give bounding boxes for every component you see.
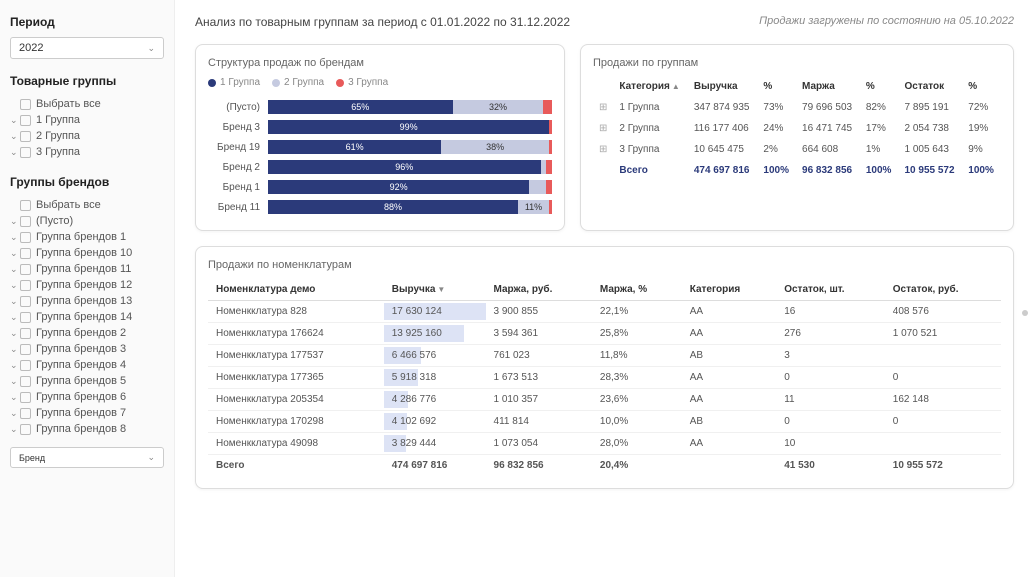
col-header[interactable]: Выручка [688, 77, 758, 97]
col-header[interactable]: % [757, 77, 796, 97]
col-header[interactable]: Номенклатура демо [208, 279, 384, 301]
brand-item[interactable]: ⌄Группа брендов 12 [10, 277, 164, 293]
col-header[interactable]: % [860, 77, 899, 97]
sidebar: Период 2022 ⌄ Товарные группы Выбрать вс… [0, 0, 175, 577]
main-content: Анализ по товарным группам за период с 0… [175, 0, 1034, 577]
table-row[interactable]: Номенкклатура 1775376 466 576761 02311,8… [208, 345, 1001, 367]
scroll-indicator[interactable] [1022, 310, 1028, 316]
brand-item[interactable]: ⌄(Пусто) [10, 213, 164, 229]
nomenclature-card: Продажи по номенклатурам Номенклатура де… [195, 246, 1014, 489]
table-row[interactable]: Номенкклатура 1773655 918 3181 673 51328… [208, 367, 1001, 389]
col-header[interactable]: Остаток, руб. [885, 279, 1001, 301]
chevron-down-icon: ⌄ [147, 43, 155, 54]
select-all-groups[interactable]: Выбрать все [10, 96, 164, 112]
col-header[interactable]: Категория▲ [613, 77, 687, 97]
total-row: Всего474 697 816100%96 832 856100%10 955… [593, 160, 1001, 181]
group-item[interactable]: ⌄1 Группа [10, 112, 164, 128]
col-header[interactable]: Маржа, % [592, 279, 682, 301]
select-all-brands[interactable]: Выбрать все [10, 197, 164, 213]
chevron-down-icon: ⌄ [147, 452, 155, 463]
chart-bar[interactable]: Бренд 399% [208, 118, 552, 136]
brand-item[interactable]: ⌄Группа брендов 14 [10, 309, 164, 325]
period-select[interactable]: 2022 ⌄ [10, 37, 164, 59]
chart-title: Структура продаж по брендам [208, 57, 552, 69]
col-header[interactable]: Остаток, шт. [776, 279, 885, 301]
groups-label: Товарные группы [10, 74, 164, 88]
chart-bar[interactable]: Бренд 1961%38% [208, 138, 552, 156]
loaded-status: Продажи загружены по состоянию на 05.10.… [759, 15, 1014, 29]
brand-item[interactable]: ⌄Группа брендов 3 [10, 341, 164, 357]
nom-title: Продажи по номенклатурам [208, 259, 1001, 271]
nomenclature-table: Номенклатура демоВыручка▼Маржа, руб.Марж… [208, 279, 1001, 476]
brand-item[interactable]: ⌄Группа брендов 13 [10, 293, 164, 309]
table-row[interactable]: Номенкклатура 490983 829 4441 073 05428,… [208, 433, 1001, 455]
brand-item[interactable]: ⌄Группа брендов 1 [10, 229, 164, 245]
brand-item[interactable]: ⌄Группа брендов 6 [10, 389, 164, 405]
period-label: Период [10, 15, 164, 29]
table-row[interactable]: ⊞1 Группа347 874 93573%79 696 50382%7 89… [593, 97, 1001, 119]
total-row: Всего474 697 81696 832 85620,4%41 53010 … [208, 455, 1001, 477]
chart-bar[interactable]: Бренд 192% [208, 178, 552, 196]
table-row[interactable]: Номенкклатура 2053544 286 7761 010 35723… [208, 389, 1001, 411]
group-item[interactable]: ⌄2 Группа [10, 128, 164, 144]
brand-item[interactable]: ⌄Группа брендов 11 [10, 261, 164, 277]
groups-title: Продажи по группам [593, 57, 1001, 69]
brand-item[interactable]: ⌄Группа брендов 5 [10, 373, 164, 389]
col-header[interactable]: Выручка▼ [384, 279, 486, 301]
groups-table: Категория▲Выручка%Маржа%Остаток% ⊞1 Груп… [593, 77, 1001, 181]
groups-table-card: Продажи по группам Категория▲Выручка%Мар… [580, 44, 1014, 231]
brand-select[interactable]: Бренд ⌄ [10, 447, 164, 468]
period-value: 2022 [19, 42, 43, 54]
group-item[interactable]: ⌄3 Группа [10, 144, 164, 160]
brand-item[interactable]: ⌄Группа брендов 2 [10, 325, 164, 341]
table-row[interactable]: ⊞2 Группа116 177 40624%16 471 74517%2 05… [593, 118, 1001, 139]
brand-item[interactable]: ⌄Группа брендов 8 [10, 421, 164, 437]
legend-item[interactable]: 1 Группа [208, 77, 260, 88]
table-row[interactable]: Номенкклатура 1702984 102 692411 81410,0… [208, 411, 1001, 433]
chart-bar[interactable]: (Пусто)65%32% [208, 98, 552, 116]
col-header[interactable]: Остаток [898, 77, 962, 97]
chart-bar[interactable]: Бренд 296% [208, 158, 552, 176]
col-header[interactable]: Категория [682, 279, 776, 301]
table-row[interactable]: Номенкклатура 17662413 925 1603 594 3612… [208, 323, 1001, 345]
brand-item[interactable]: ⌄Группа брендов 4 [10, 357, 164, 373]
brand-item[interactable]: ⌄Группа брендов 10 [10, 245, 164, 261]
chart-legend: 1 Группа 2 Группа 3 Группа [208, 77, 552, 88]
brand-item[interactable]: ⌄Группа брендов 7 [10, 405, 164, 421]
table-row[interactable]: Номенкклатура 82817 630 1243 900 85522,1… [208, 301, 1001, 323]
brands-label: Группы брендов [10, 175, 164, 189]
legend-item[interactable]: 3 Группа [336, 77, 388, 88]
col-header[interactable]: Маржа [796, 77, 860, 97]
col-header[interactable]: % [962, 77, 1001, 97]
brands-chart-card: Структура продаж по брендам 1 Группа 2 Г… [195, 44, 565, 231]
legend-item[interactable]: 2 Группа [272, 77, 324, 88]
page-title: Анализ по товарным группам за период с 0… [195, 15, 570, 29]
chart-bar[interactable]: Бренд 1188%11% [208, 198, 552, 216]
col-header[interactable]: Маржа, руб. [486, 279, 592, 301]
table-row[interactable]: ⊞3 Группа10 645 4752%664 6081%1 005 6439… [593, 139, 1001, 160]
